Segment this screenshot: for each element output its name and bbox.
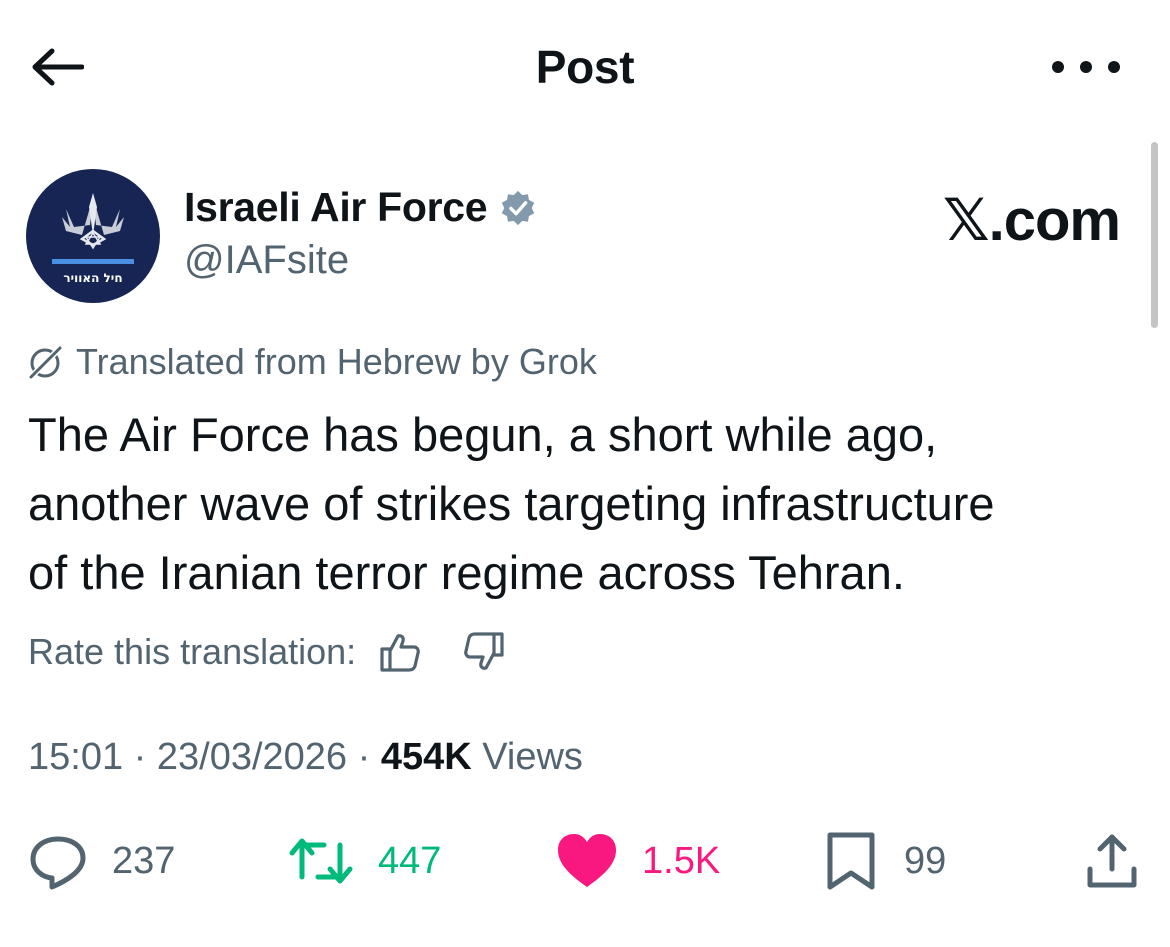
reply-count: 237 (112, 839, 176, 882)
bookmark-icon (827, 832, 875, 890)
post-text-line: another wave of strikes targeting infras… (28, 477, 995, 530)
views-label: Views (482, 736, 583, 778)
verified-badge-icon (502, 190, 535, 225)
reply-icon (30, 836, 86, 890)
author-handle[interactable]: @IAFsite (184, 238, 349, 283)
author-name[interactable]: Israeli Air Force (184, 184, 537, 231)
like-count: 1.5K (642, 839, 721, 882)
views-count: 454K (380, 736, 472, 778)
heart-icon (558, 834, 616, 887)
post-text-line: The Air Force has begun, a short while a… (28, 408, 938, 461)
scrollbar[interactable] (1151, 142, 1158, 328)
iaf-logo-icon: חיל האוויר (52, 193, 134, 285)
like-button[interactable]: 1.5K (556, 826, 720, 896)
translation-note: Translated from Hebrew by Grok (26, 341, 597, 383)
author-name-text: Israeli Air Force (184, 184, 488, 230)
rate-translation-label: Rate this translation: (28, 631, 357, 672)
avatar[interactable]: חיל האוויר (26, 169, 160, 303)
watermark: 𝕏.com (942, 188, 1121, 253)
repost-count: 447 (378, 839, 442, 882)
svg-text:חיל האוויר: חיל האוויר (63, 271, 122, 285)
grok-icon (27, 344, 64, 381)
more-icon (1052, 61, 1064, 73)
share-icon (1087, 834, 1137, 888)
post-time[interactable]: 15:01 (28, 736, 123, 778)
post-date[interactable]: 23/03/2026 (157, 736, 347, 778)
repost-icon (289, 838, 353, 884)
reply-button[interactable]: 237 (28, 826, 175, 896)
post-meta: 15:01 · 23/03/2026 · 454K Views (28, 736, 583, 778)
more-button[interactable] (1052, 50, 1120, 84)
post-page: Post חיל האוויר Israeli Air Force @IAFsi… (0, 0, 1170, 947)
thumbs-up-icon[interactable] (378, 630, 422, 674)
repost-button[interactable]: 447 (288, 826, 441, 896)
rate-translation: Rate this translation: (28, 630, 506, 674)
share-button[interactable] (1084, 826, 1164, 896)
translation-note-text: Translated from Hebrew by Grok (76, 341, 597, 382)
bookmark-button[interactable]: 99 (824, 826, 946, 896)
bookmark-count: 99 (904, 839, 947, 882)
post-text: The Air Force has begun, a short while a… (28, 400, 1128, 607)
thumbs-down-icon[interactable] (462, 630, 506, 674)
action-bar: 237 447 1.5K 99 (0, 826, 1170, 896)
post-text-line: of the Iranian terror regime across Tehr… (28, 546, 905, 599)
page-title: Post (535, 41, 635, 93)
